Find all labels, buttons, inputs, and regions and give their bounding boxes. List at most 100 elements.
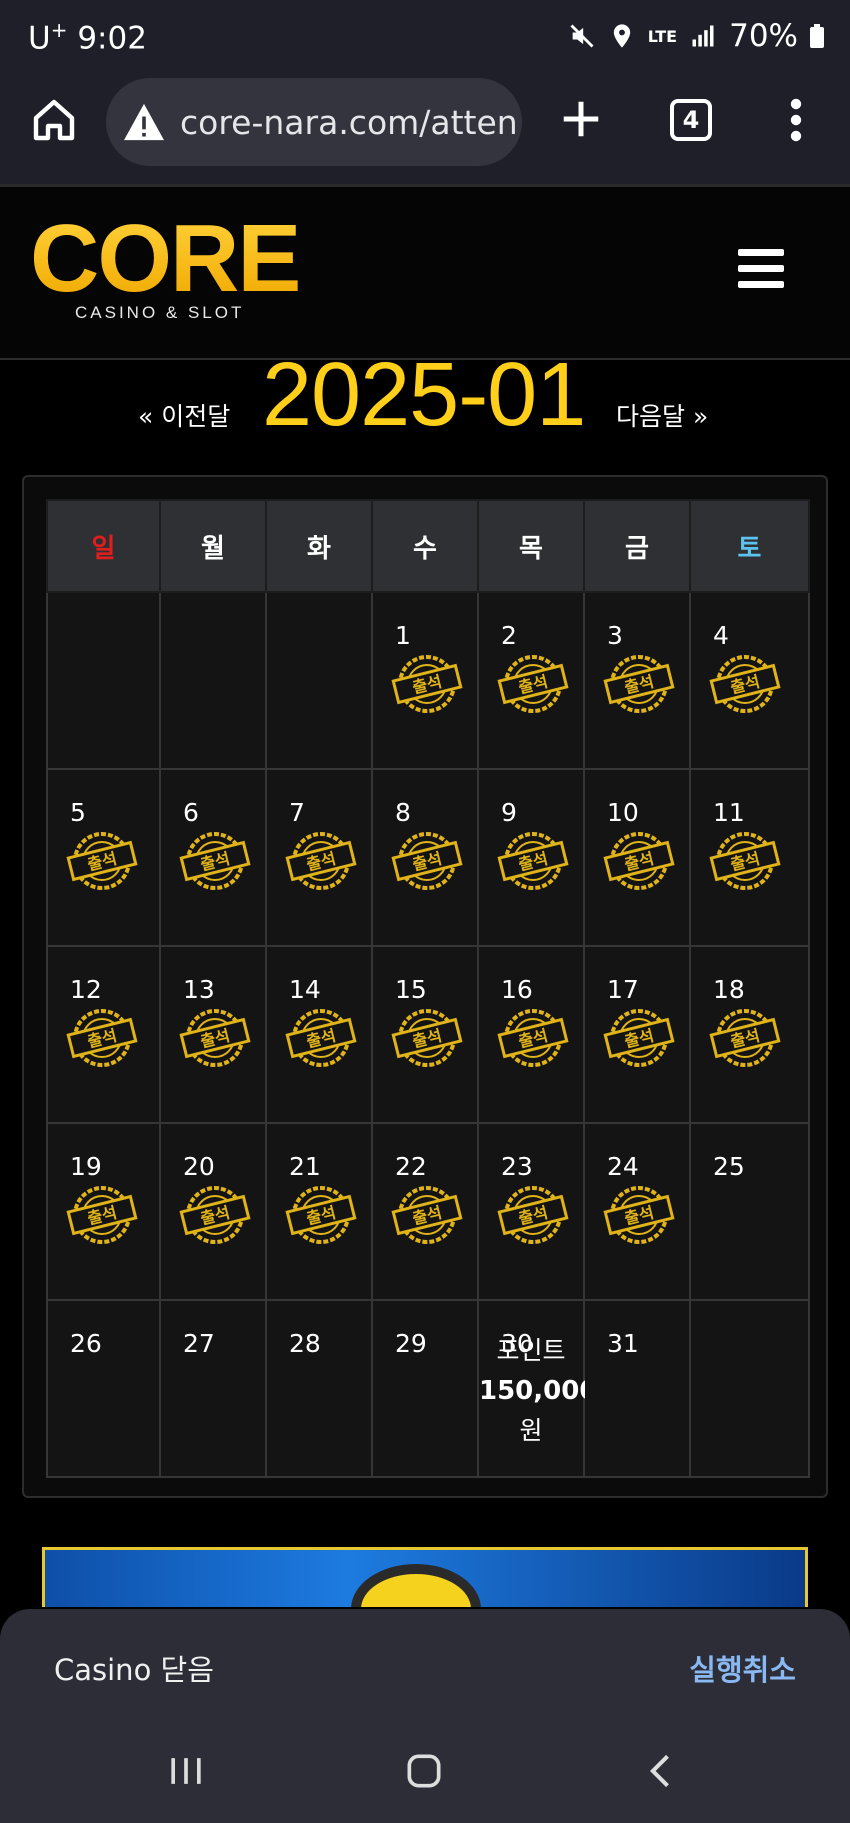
day-number: 21 (289, 1152, 321, 1181)
hamburger-menu-icon[interactable] (738, 249, 784, 289)
more-menu-icon[interactable] (784, 96, 808, 144)
attendance-stamp-icon: 출석 (495, 1005, 571, 1071)
attendance-stamp-icon: 출석 (707, 651, 783, 717)
day-number: 23 (501, 1152, 533, 1181)
calendar-day-cell[interactable]: 26 (46, 1299, 161, 1478)
weekday-wed: 수 (371, 499, 479, 593)
calendar-day-cell[interactable]: 5 출석 (46, 768, 161, 947)
battery-icon (810, 24, 824, 48)
day-number: 4 (713, 621, 729, 650)
attendance-stamp-icon: 출석 (495, 1182, 571, 1248)
weekday-fri: 금 (583, 499, 691, 593)
day-number: 10 (607, 798, 639, 827)
calendar-day-cell[interactable]: 22 출석 (371, 1122, 479, 1301)
calendar-day-cell[interactable]: 19 출석 (46, 1122, 161, 1301)
calendar-empty-cell (46, 591, 161, 770)
logo-tagline: CASINO & SLOT (75, 303, 245, 322)
calendar-day-cell[interactable]: 20 출석 (159, 1122, 267, 1301)
next-month-link[interactable]: 다음달 » (616, 397, 708, 433)
calendar-empty-cell (159, 591, 267, 770)
calendar-day-cell[interactable]: 14 출석 (265, 945, 373, 1124)
calendar-day-cell[interactable]: 18 출석 (689, 945, 810, 1124)
day-number: 5 (70, 798, 86, 827)
calendar-day-cell[interactable]: 2 출석 (477, 591, 585, 770)
reward-type: 포인트 (496, 1336, 566, 1365)
url-text[interactable]: core-nara.com/atten (180, 103, 518, 142)
attendance-stamp-icon: 출석 (64, 1005, 140, 1071)
calendar-table: 일 월 화 수 목 금 토 1 출석 2 출석 3 출석 4 출석 5 출석 6 출석 7 출석 8 출석 9 출… (46, 499, 810, 1478)
day-number: 17 (607, 975, 639, 1004)
attendance-stamp-icon: 출석 (707, 828, 783, 894)
banner-badge (351, 1564, 481, 1607)
calendar-week-row: 1 출석 2 출석 3 출석 4 출석 (46, 591, 810, 770)
day-number: 31 (607, 1329, 639, 1358)
clock: 9:02 (77, 20, 147, 57)
calendar-day-cell[interactable]: 3 출석 (583, 591, 691, 770)
calendar-week-row: 5 출석 6 출석 7 출석 8 출석 9 출석 10 출석 11 출석 (46, 768, 810, 947)
day-number: 27 (183, 1329, 215, 1358)
calendar-day-cell[interactable]: 24 출석 (583, 1122, 691, 1301)
prev-month-link[interactable]: « 이전달 (138, 397, 230, 433)
calendar-day-cell[interactable]: 6 출석 (159, 768, 267, 947)
calendar-day-cell[interactable]: 10 출석 (583, 768, 691, 947)
calendar-day-cell[interactable]: 1 출석 (371, 591, 479, 770)
attendance-stamp-icon: 출석 (283, 1182, 359, 1248)
month-title: 2025-01 (262, 345, 586, 445)
attendance-stamp-icon: 출석 (601, 651, 677, 717)
day-number: 3 (607, 621, 623, 650)
calendar-empty-cell (265, 591, 373, 770)
location-icon (613, 24, 630, 48)
day-number: 8 (395, 798, 411, 827)
calendar-day-cell[interactable]: 7 출석 (265, 768, 373, 947)
day-number: 2 (501, 621, 517, 650)
calendar-day-cell[interactable]: 31 (583, 1299, 691, 1478)
day-number: 25 (713, 1152, 745, 1181)
day-number: 18 (713, 975, 745, 1004)
undo-button[interactable]: 실행취소 (689, 1647, 796, 1689)
day-number: 15 (395, 975, 427, 1004)
address-bar[interactable]: core-nara.com/atten (106, 78, 522, 166)
site-logo[interactable]: CORE CASINO & SLOT (30, 211, 302, 325)
calendar-day-cell[interactable]: 12 출석 (46, 945, 161, 1124)
calendar-day-cell[interactable]: 11 출석 (689, 768, 810, 947)
back-icon[interactable] (640, 1749, 684, 1793)
calendar-day-cell[interactable]: 9 출석 (477, 768, 585, 947)
day-number: 12 (70, 975, 102, 1004)
calendar-day-cell[interactable]: 29 (371, 1299, 479, 1478)
attendance-stamp-icon: 출석 (389, 1182, 465, 1248)
calendar-day-cell[interactable]: 4 출석 (689, 591, 810, 770)
calendar-day-cell[interactable]: 30 포인트 150,000 원 (477, 1299, 597, 1478)
calendar-day-cell[interactable]: 21 출석 (265, 1122, 373, 1301)
home-nav-icon[interactable] (402, 1749, 446, 1793)
attendance-stamp-icon: 출석 (389, 651, 465, 717)
recent-apps-icon[interactable] (164, 1749, 208, 1793)
day-number: 7 (289, 798, 305, 827)
attendance-stamp-icon: 출석 (283, 828, 359, 894)
calendar-day-cell[interactable]: 27 (159, 1299, 267, 1478)
attendance-stamp-icon: 출석 (495, 828, 571, 894)
calendar-day-cell[interactable]: 28 (265, 1299, 373, 1478)
attendance-calendar: 일 월 화 수 목 금 토 1 출석 2 출석 3 출석 4 출석 5 출석 6 출석 7 출석 8 출석 9 출… (22, 475, 828, 1498)
calendar-day-cell[interactable]: 25 (689, 1122, 810, 1301)
battery-percent: 70% (729, 18, 798, 54)
day-number: 1 (395, 621, 411, 650)
calendar-week-row: 26 27 28 29 30 포인트 150,000 원 31 (46, 1299, 810, 1478)
tab-switcher-button[interactable]: 4 (670, 99, 712, 141)
calendar-day-cell[interactable]: 23 출석 (477, 1122, 585, 1301)
promo-banner[interactable] (42, 1547, 808, 1607)
day-number: 26 (70, 1329, 102, 1358)
attendance-stamp-icon: 출석 (64, 1182, 140, 1248)
day-number: 14 (289, 975, 321, 1004)
calendar-day-cell[interactable]: 15 출석 (371, 945, 479, 1124)
calendar-day-cell[interactable]: 8 출석 (371, 768, 479, 947)
day-number: 13 (183, 975, 215, 1004)
home-icon[interactable] (30, 96, 78, 144)
new-tab-icon[interactable] (558, 96, 604, 142)
calendar-day-cell[interactable]: 17 출석 (583, 945, 691, 1124)
warning-icon[interactable] (122, 102, 166, 142)
attendance-stamp-icon: 출석 (389, 1005, 465, 1071)
calendar-day-cell[interactable]: 13 출석 (159, 945, 267, 1124)
attendance-stamp-icon: 출석 (177, 1005, 253, 1071)
calendar-day-cell[interactable]: 16 출석 (477, 945, 585, 1124)
status-icons: LTE 70% (568, 18, 824, 54)
